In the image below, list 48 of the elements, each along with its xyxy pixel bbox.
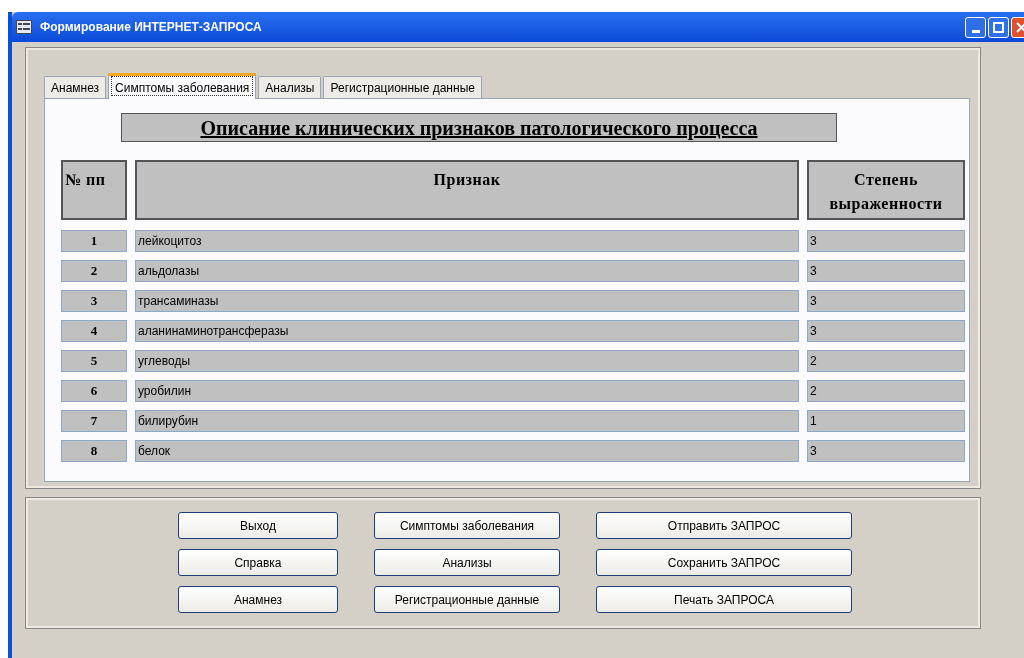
number-cell: 5 <box>61 350 127 372</box>
form-button[interactable]: Анамнез <box>178 586 338 613</box>
form-button[interactable]: Отправить ЗАПРОС <box>596 512 852 539</box>
feature-field[interactable]: уробилин <box>135 380 799 402</box>
number-cell: 2 <box>61 260 127 282</box>
number-cell: 4 <box>61 320 127 342</box>
form-button[interactable]: Регистрационные данные <box>374 586 560 613</box>
close-icon <box>1016 21 1024 33</box>
tab[interactable]: Анамнез <box>44 76 107 98</box>
form-button[interactable]: Симптомы заболевания <box>374 512 560 539</box>
tab[interactable]: Анализы <box>258 76 322 98</box>
feature-field[interactable]: лейкоцитоз <box>135 230 799 252</box>
form-button[interactable]: Сохранить ЗАПРОС <box>596 549 852 576</box>
degree-field[interactable]: 3 <box>807 230 965 252</box>
number-cell: 8 <box>61 440 127 462</box>
feature-field[interactable]: трансаминазы <box>135 290 799 312</box>
maximize-icon <box>993 21 1004 33</box>
maximize-button[interactable] <box>988 16 1009 38</box>
degree-field[interactable]: 3 <box>807 260 965 282</box>
column-header: Признак <box>135 160 799 220</box>
number-cell: 6 <box>61 380 127 402</box>
number-cell: 3 <box>61 290 127 312</box>
degree-field[interactable]: 3 <box>807 440 965 462</box>
degree-field[interactable]: 3 <box>807 290 965 312</box>
feature-field[interactable]: билирубин <box>135 410 799 432</box>
number-cell: 1 <box>61 230 127 252</box>
minimize-button[interactable] <box>965 16 986 38</box>
form-button[interactable]: Печать ЗАПРОСА <box>596 586 852 613</box>
form-button[interactable]: Справка <box>178 549 338 576</box>
degree-field[interactable]: 2 <box>807 350 965 372</box>
degree-field[interactable]: 3 <box>807 320 965 342</box>
form-button[interactable]: Анализы <box>374 549 560 576</box>
column-header: Степень выраженности <box>807 160 965 220</box>
degree-field[interactable]: 1 <box>807 410 965 432</box>
panel-heading: Описание клинических признаков патологического процесса <box>121 113 837 142</box>
feature-field[interactable]: альдолазы <box>135 260 799 282</box>
degree-field[interactable]: 2 <box>807 380 965 402</box>
window-title: Формирование ИНТЕРНЕТ-ЗАПРОСА <box>40 19 263 36</box>
tab[interactable]: Симптомы заболевания <box>108 73 257 99</box>
column-header: № пп <box>61 160 127 220</box>
tab[interactable]: Регистрационные данные <box>323 76 482 98</box>
form-button[interactable]: Выход <box>178 512 338 539</box>
minimize-icon <box>971 29 980 33</box>
form-icon <box>16 20 32 34</box>
number-cell: 7 <box>61 410 127 432</box>
feature-field[interactable]: аланинаминотрансферазы <box>135 320 799 342</box>
feature-field[interactable]: белок <box>135 440 799 462</box>
feature-field[interactable]: углеводы <box>135 350 799 372</box>
